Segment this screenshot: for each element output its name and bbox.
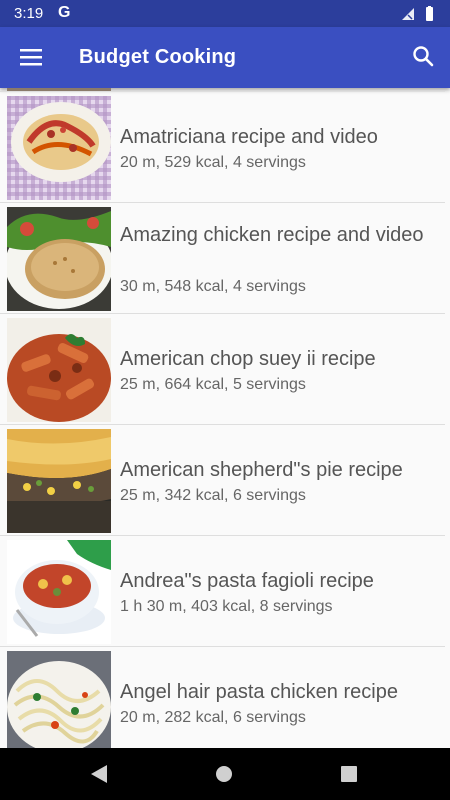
menu-icon[interactable] bbox=[20, 47, 42, 67]
recipe-list-item[interactable]: Amazing chicken recipe and video 30 m, 5… bbox=[0, 203, 445, 314]
status-icons bbox=[396, 6, 436, 22]
recipe-thumbnail-pasta-fagioli bbox=[7, 540, 111, 644]
recipe-thumbnail-chop-suey bbox=[7, 318, 111, 422]
status-time: 3:19 bbox=[14, 5, 44, 22]
search-icon[interactable] bbox=[412, 45, 434, 67]
recipe-list[interactable]: Amatriciana recipe and video 20 m, 529 k… bbox=[0, 88, 450, 748]
recipe-thumbnail bbox=[7, 88, 111, 91]
google-app-icon: G bbox=[58, 4, 71, 21]
app-bar: Budget Cooking bbox=[0, 27, 450, 88]
battery-icon bbox=[426, 7, 433, 21]
recipe-details: 30 m, 548 kcal, 4 servings bbox=[120, 278, 306, 295]
recipe-thumbnail-shepherds-pie bbox=[7, 429, 111, 533]
recipe-details: 25 m, 342 kcal, 6 servings bbox=[120, 487, 306, 504]
recipe-title: Andrea"s pasta fagioli recipe bbox=[120, 570, 374, 592]
navigation-bar bbox=[0, 748, 450, 800]
recipe-details: 20 m, 529 kcal, 4 servings bbox=[120, 154, 306, 171]
status-bar: 3:19 G bbox=[0, 0, 450, 27]
home-icon[interactable] bbox=[216, 766, 232, 782]
recipe-list-item[interactable]: Andrea"s pasta fagioli recipe 1 h 30 m, … bbox=[0, 536, 445, 647]
recipe-thumbnail-amatriciana bbox=[7, 96, 111, 200]
recents-icon[interactable] bbox=[341, 766, 357, 782]
recipe-title: American chop suey ii recipe bbox=[120, 348, 376, 370]
recipe-list-item[interactable]: Angel hair pasta chicken recipe 20 m, 28… bbox=[0, 647, 445, 748]
recipe-title: Amazing chicken recipe and video bbox=[120, 224, 424, 246]
recipe-details: 20 m, 282 kcal, 6 servings bbox=[120, 709, 306, 726]
recipe-thumbnail-chicken bbox=[7, 207, 111, 311]
back-icon[interactable] bbox=[91, 765, 107, 783]
recipe-title: American shepherd"s pie recipe bbox=[120, 459, 403, 481]
app-title: Budget Cooking bbox=[79, 46, 237, 68]
recipe-list-item[interactable]: American shepherd"s pie recipe 25 m, 342… bbox=[0, 425, 445, 536]
recipe-thumbnail-angel-hair bbox=[7, 651, 111, 748]
recipe-details: 25 m, 664 kcal, 5 servings bbox=[120, 376, 306, 393]
recipe-list-item[interactable]: Amatriciana recipe and video 20 m, 529 k… bbox=[0, 92, 445, 203]
recipe-title: Amatriciana recipe and video bbox=[120, 126, 378, 148]
signal-off-icon bbox=[402, 6, 433, 21]
recipe-title: Angel hair pasta chicken recipe bbox=[120, 681, 398, 703]
recipe-list-item[interactable]: American chop suey ii recipe 25 m, 664 k… bbox=[0, 314, 445, 425]
recipe-details: 1 h 30 m, 403 kcal, 8 servings bbox=[120, 598, 333, 615]
